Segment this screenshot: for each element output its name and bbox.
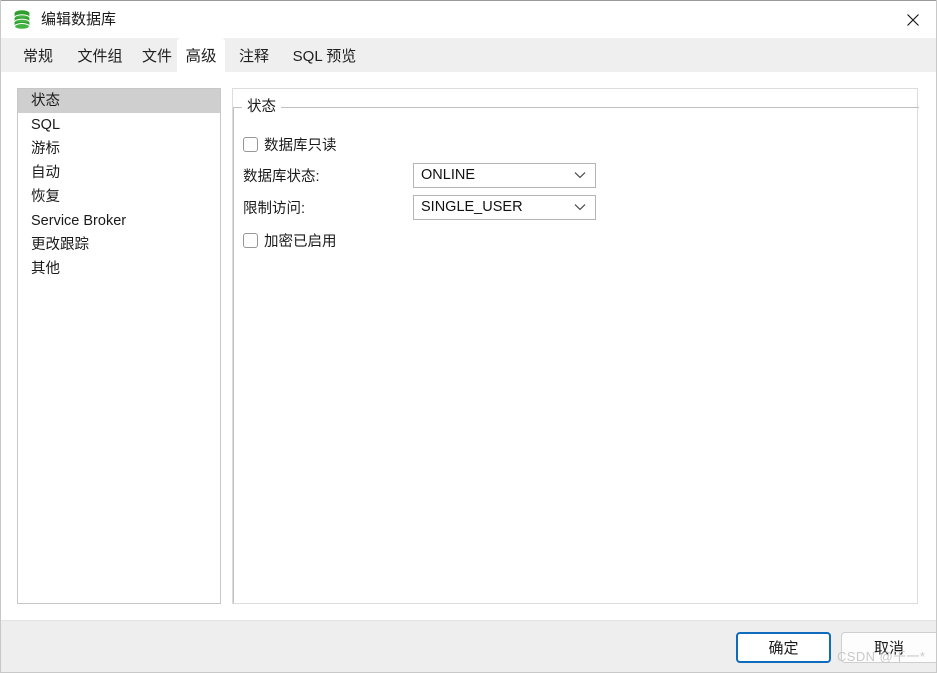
close-icon (906, 13, 920, 27)
database-state-dropdown[interactable]: ONLINE (413, 162, 596, 188)
sidebar-item-5[interactable]: Service Broker (18, 209, 220, 233)
chevron-down-icon (574, 196, 586, 219)
restrict-access-dropdown[interactable]: SINGLE_USER (413, 194, 596, 220)
sidebar-item-7[interactable]: 其他 (18, 257, 220, 281)
database-readonly-label: 数据库只读 (264, 137, 337, 154)
cancel-button[interactable]: 取消 (841, 632, 936, 663)
encryption-checkbox-row[interactable]: 加密已启用 (243, 227, 337, 253)
database-icon (12, 9, 32, 31)
database-state-label: 数据库状态: (243, 168, 320, 185)
status-group: 状态 数据库只读 数据库状态: ONLINE 限制访问: SINGLE_USER… (233, 98, 919, 603)
ok-button[interactable]: 确定 (736, 632, 831, 663)
edit-database-dialog: 编辑数据库 常规 文件组 文件 高级 注释 SQL 预览 状态 SQL 游标 自动 恢复 Servi… (0, 0, 937, 673)
sidebar-item-0[interactable]: 状态 (18, 89, 220, 113)
title-bar: 编辑数据库 (1, 0, 936, 38)
sidebar-item-1[interactable]: SQL (18, 113, 220, 137)
sidebar-item-3[interactable]: 自动 (18, 161, 220, 185)
dialog-footer: 确定 取消 (1, 620, 936, 672)
group-title: 状态 (242, 98, 281, 116)
encryption-enabled-label: 加密已启用 (264, 233, 337, 250)
tab-4[interactable]: 注释 (229, 38, 279, 72)
restrict-access-value: SINGLE_USER (421, 199, 523, 215)
database-readonly-checkbox[interactable] (243, 136, 258, 152)
tab-5[interactable]: SQL 预览 (283, 38, 366, 72)
readonly-checkbox-row[interactable]: 数据库只读 (243, 131, 337, 157)
database-state-value: ONLINE (421, 167, 475, 183)
restrict-access-label: 限制访问: (243, 200, 306, 217)
tab-strip: 常规 文件组 文件 高级 注释 SQL 预览 (1, 38, 936, 72)
sidebar-item-2[interactable]: 游标 (18, 137, 220, 161)
settings-category-list[interactable]: 状态 SQL 游标 自动 恢复 Service Broker 更改跟踪 其他 (17, 88, 221, 604)
settings-panel: 状态 数据库只读 数据库状态: ONLINE 限制访问: SINGLE_USER… (232, 88, 919, 604)
database-state-row: 数据库状态: ONLINE (243, 162, 596, 188)
content-area: 状态 SQL 游标 自动 恢复 Service Broker 更改跟踪 其他 状态 数据库只读… (1, 72, 936, 620)
restrict-access-row: 限制访问: SINGLE_USER (243, 194, 596, 220)
window-title: 编辑数据库 (41, 11, 117, 28)
chevron-down-icon (574, 164, 586, 187)
sidebar-item-4[interactable]: 恢复 (18, 185, 220, 209)
tab-2[interactable]: 文件 (133, 38, 181, 72)
close-button[interactable] (890, 1, 936, 38)
sidebar-item-6[interactable]: 更改跟踪 (18, 233, 220, 257)
tab-1[interactable]: 文件组 (67, 38, 133, 72)
tab-0[interactable]: 常规 (9, 38, 67, 72)
encryption-enabled-checkbox[interactable] (243, 232, 258, 248)
tab-3[interactable]: 高级 (177, 38, 225, 72)
